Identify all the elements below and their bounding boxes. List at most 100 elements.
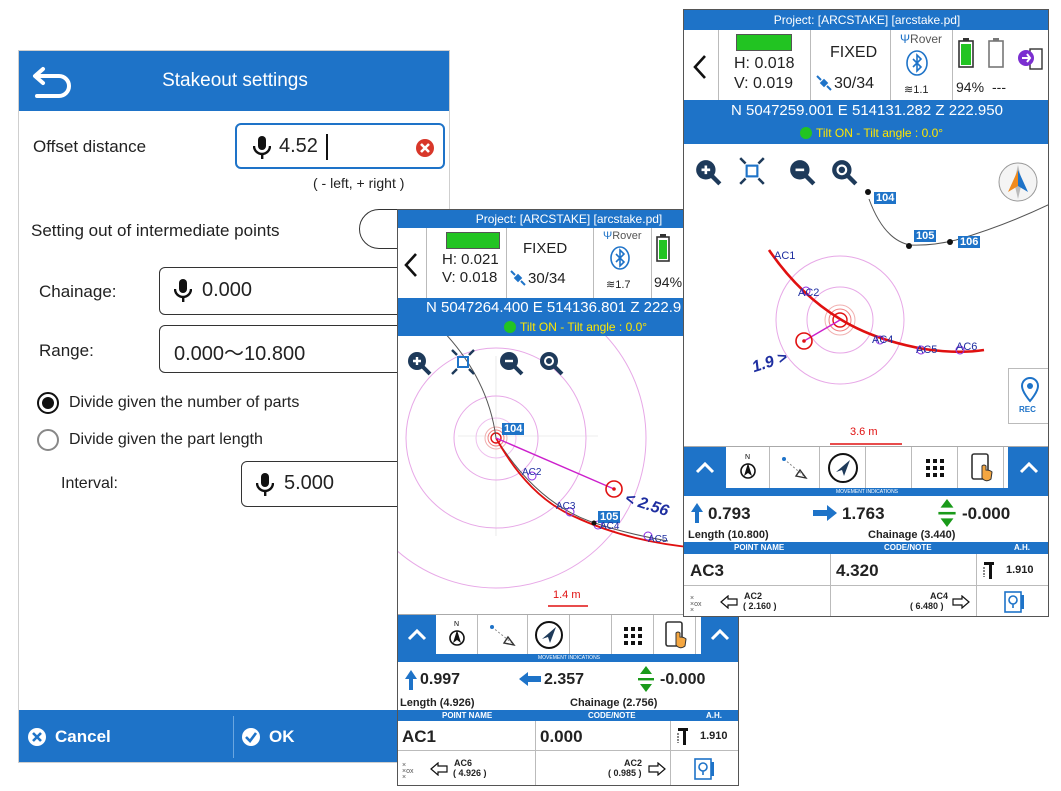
point-list-icon[interactable] (692, 757, 716, 781)
chainage-readout: Chainage (2.756) (570, 697, 658, 709)
tilt-status-dot (504, 321, 516, 333)
touch-mode-button[interactable] (654, 615, 696, 655)
point-name: AC1 (402, 727, 437, 746)
point-label-ac5: AC5 (916, 344, 938, 356)
bt-age: ≋1.1 (904, 84, 929, 96)
point-label-ac1: AC1 (774, 250, 796, 262)
point-label-ac6: AC6 (956, 341, 978, 353)
clear-icon[interactable] (415, 138, 435, 158)
empty-tool-slot (570, 615, 612, 655)
ok-label: OK (269, 727, 295, 746)
navigate-to-point-button[interactable] (478, 615, 528, 655)
antenna-height-icon (677, 728, 688, 745)
back-chevron-icon[interactable] (690, 52, 710, 82)
prev-point-arrow-icon[interactable] (430, 762, 448, 776)
v-precision: V: 0.018 (442, 269, 498, 286)
next-point-arrow-icon[interactable] (952, 595, 970, 609)
arrow-left-icon (519, 672, 541, 686)
point-label-106: 106 (958, 236, 981, 248)
point-table-row[interactable]: AC1 0.000 1.910 (398, 721, 738, 751)
point-list-icon[interactable] (1002, 590, 1026, 614)
navigate-to-point-button[interactable] (770, 447, 820, 489)
battery-percent: 94% (654, 274, 683, 290)
zoom-to-point-icon[interactable] (538, 350, 564, 376)
north-button[interactable]: N (436, 615, 478, 655)
col-antenna-height: A.H. (706, 711, 722, 720)
cancel-icon (28, 728, 46, 746)
antenna-height: 1.910 (1006, 564, 1034, 576)
satellite-icon (816, 75, 832, 91)
map-toolbar: N (684, 446, 1048, 489)
point-table-header: POINT NAME CODE/NOTE A.H. (684, 542, 1048, 554)
north-button[interactable]: N (726, 447, 770, 489)
cancel-button[interactable]: Cancel (27, 710, 227, 762)
satellite-icon (510, 270, 526, 286)
prev-point-distance: ( 4.926 ) (453, 768, 487, 778)
point-label-104: 104 (874, 192, 897, 204)
radio-part-length[interactable] (37, 429, 59, 451)
compass-nav-button[interactable] (820, 447, 866, 489)
movement-indications-title: MOVEMENT INDICATIONS (684, 488, 1048, 496)
compass-nav-button[interactable] (528, 615, 570, 655)
point-name: AC3 (690, 561, 725, 580)
expand-right-button[interactable] (701, 615, 738, 655)
microphone-icon[interactable] (256, 472, 274, 498)
next-point-distance: ( 6.480 ) (910, 601, 944, 611)
fix-indicator (736, 34, 792, 51)
bluetooth-icon (610, 246, 630, 270)
tilt-text: Tilt ON - Tilt angle : 0.0° (816, 126, 944, 140)
zoom-to-point-icon[interactable] (830, 158, 858, 186)
back-arrow-icon[interactable] (29, 61, 77, 103)
h-precision: H: 0.021 (442, 251, 499, 268)
tilt-bar: Tilt ON - Tilt angle : 0.0° (684, 122, 1048, 144)
battery-icon (656, 234, 670, 262)
prev-point-arrow-icon[interactable] (720, 595, 738, 609)
text-cursor (326, 134, 328, 160)
point-label-ac5: AC5 (648, 534, 668, 545)
record-button[interactable]: REC (1008, 368, 1048, 424)
intermediate-points-label: Setting out of intermediate points (31, 221, 280, 240)
move-east-value: 2.357 (544, 671, 585, 688)
offset-distance-input[interactable]: 4.52 (235, 123, 445, 169)
move-height-value: -0.000 (660, 671, 706, 688)
expand-right-button[interactable] (1008, 447, 1048, 489)
zoom-out-icon[interactable] (498, 350, 524, 376)
microphone-icon[interactable] (253, 135, 271, 161)
status-row: H: 0.018 V: 0.019 FIXED 30/34 ΨRover ≋1.… (684, 30, 1048, 100)
map-scale: 3.6 m (850, 426, 878, 438)
zoom-extent-icon[interactable] (738, 156, 766, 186)
prev-point-distance: ( 2.160 ) (743, 601, 777, 611)
check-icon (242, 728, 260, 746)
antenna-height: 1.910 (700, 730, 728, 742)
battery-percent: 94% (956, 79, 985, 95)
menu-grid-button[interactable] (912, 447, 958, 489)
menu-grid-button[interactable] (612, 615, 654, 655)
stakeout-map[interactable]: 104 105 106 AC1 AC2 AC4 AC5 AC6 1.9 > 3.… (684, 144, 1049, 446)
next-point-arrow-icon[interactable] (648, 762, 666, 776)
exit-connection-icon[interactable] (1016, 46, 1046, 72)
zoom-extent-icon[interactable] (450, 348, 476, 376)
north-compass-icon: N (740, 454, 756, 479)
touch-mode-button[interactable] (958, 447, 1004, 489)
satellite-count: 30/34 (834, 75, 875, 92)
point-table-row[interactable]: AC3 4.320 1.910 (684, 554, 1048, 586)
zoom-out-icon[interactable] (788, 158, 816, 186)
zoom-in-icon[interactable] (694, 158, 722, 186)
movement-row: 0.997 2.357 -0.000 (398, 662, 738, 698)
microphone-icon[interactable] (174, 278, 192, 304)
radio-part-length-label: Divide given the part length (69, 431, 263, 448)
radio-number-of-parts[interactable] (37, 392, 59, 414)
chevron-up-icon (407, 628, 427, 641)
compass-rose-icon[interactable] (998, 162, 1038, 202)
chevron-up-icon (695, 461, 715, 474)
radio-number-of-parts-label: Divide given the number of parts (69, 394, 300, 411)
expand-left-button[interactable] (398, 615, 436, 655)
expand-left-button[interactable] (684, 447, 726, 489)
svg-text:N: N (454, 621, 459, 628)
offset-distance-value: 4.52 (279, 135, 318, 157)
map-canvas[interactable] (684, 144, 1049, 446)
tablet-hand-icon (971, 453, 993, 482)
zoom-in-icon[interactable] (406, 350, 432, 376)
tilt-status-dot (800, 127, 812, 139)
back-chevron-icon[interactable] (401, 250, 421, 280)
